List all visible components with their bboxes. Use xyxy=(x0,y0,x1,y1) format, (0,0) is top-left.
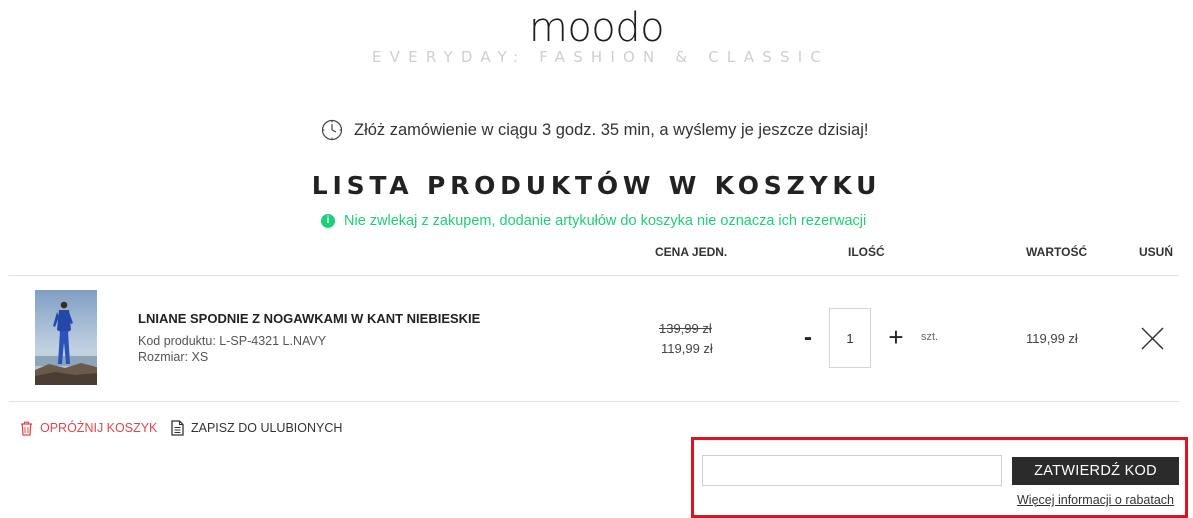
product-thumbnail[interactable] xyxy=(35,290,97,385)
column-header-remove: USUŃ xyxy=(1139,245,1174,259)
empty-cart-label: OPRÓŻNIJ KOSZYK xyxy=(40,421,158,435)
document-icon xyxy=(171,420,184,436)
column-header-total: WARTOŚĆ xyxy=(1026,245,1088,259)
apply-coupon-button[interactable]: ZATWIERDŹ KOD xyxy=(1012,457,1179,485)
divider xyxy=(9,401,1179,402)
remove-item-icon[interactable] xyxy=(1141,327,1164,350)
quantity-decrease-button[interactable]: - xyxy=(800,323,816,353)
shipping-notice-text: Złóż zamówienie w ciągu 3 godz. 35 min, … xyxy=(354,120,869,139)
product-size: Rozmiar: XS xyxy=(138,350,209,364)
quantity-input[interactable] xyxy=(829,308,871,368)
reservation-notice-text: Nie zwlekaj z zakupem, dodanie artykułów… xyxy=(344,213,867,229)
save-to-favorites-button[interactable]: ZAPISZ DO ULUBIONYCH xyxy=(171,419,342,437)
quantity-increase-button[interactable]: + xyxy=(885,322,907,352)
discount-info-link[interactable]: Więcej informacji o rabatach xyxy=(1017,493,1174,507)
save-to-favorites-label: ZAPISZ DO ULUBIONYCH xyxy=(191,421,343,435)
shipping-notice: Złóż zamówienie w ciągu 3 godz. 35 min, … xyxy=(321,119,868,141)
column-header-quantity: ILOŚĆ xyxy=(848,245,885,259)
logo[interactable]: moodo xyxy=(0,6,1193,50)
product-code: Kod produktu: L-SP-4321 L.NAVY xyxy=(138,334,327,348)
tagline: EVERYDAY: FASHION & CLASSIC xyxy=(372,48,829,66)
price-current: 119,99 zł xyxy=(661,341,713,356)
price-old: 139,99 zł xyxy=(659,321,712,336)
info-icon: i xyxy=(321,214,335,228)
empty-cart-button[interactable]: OPRÓŻNIJ KOSZYK xyxy=(20,419,157,437)
reservation-notice: i Nie zwlekaj z zakupem, dodanie artykuł… xyxy=(321,212,866,230)
trash-icon xyxy=(21,421,32,436)
page-title: LISTA PRODUKTÓW W KOSZYKU xyxy=(311,171,882,200)
clock-icon xyxy=(321,119,343,141)
divider xyxy=(9,275,1179,276)
line-total: 119,99 zł xyxy=(1026,331,1078,346)
column-header-unit-price: CENA JEDN. xyxy=(655,245,728,259)
coupon-code-input[interactable] xyxy=(702,455,1002,486)
product-name[interactable]: LNIANE SPODNIE Z NOGAWKAMI W KANT NIEBIE… xyxy=(138,311,480,326)
quantity-unit: szt. xyxy=(921,331,939,343)
